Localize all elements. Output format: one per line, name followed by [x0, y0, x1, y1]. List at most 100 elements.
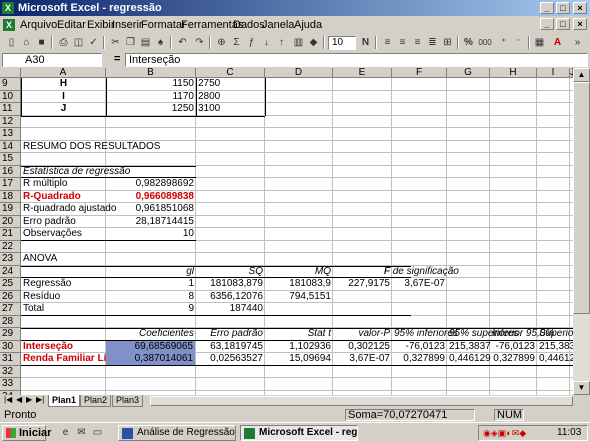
align-right-icon[interactable]: ≡	[410, 35, 425, 50]
cell-b20[interactable]: 28,18714415	[108, 216, 194, 228]
row-header-15[interactable]: 15	[0, 153, 21, 166]
cell-g30[interactable]: 215,3837	[449, 341, 491, 353]
row-header-9[interactable]: 9	[0, 78, 21, 91]
bold-button[interactable]: N	[358, 35, 373, 50]
close-button[interactable]: ×	[573, 2, 587, 14]
format-painter-icon[interactable]: ♠	[153, 35, 168, 50]
row-header-23[interactable]: 23	[0, 253, 21, 266]
cell-f24[interactable]: F de significação	[384, 266, 474, 278]
cell-i29[interactable]: Superior 95,0%	[539, 328, 573, 340]
cell-e30[interactable]: 0,302125	[335, 341, 390, 353]
row-header-11[interactable]: 11	[0, 103, 21, 116]
cell-b26[interactable]: 8	[108, 291, 194, 303]
scroll-thumb[interactable]	[573, 82, 590, 314]
row-header-10[interactable]: 10	[0, 90, 21, 103]
cell-a21[interactable]: Observações	[23, 228, 104, 240]
spellcheck-icon[interactable]: ✓	[86, 35, 101, 50]
cell-a26[interactable]: Resíduo	[23, 291, 104, 303]
cell-f30[interactable]: -76,0123	[394, 341, 445, 353]
cell-i30[interactable]: 215,3837	[539, 341, 573, 353]
outlook-icon[interactable]: ✉	[74, 425, 89, 440]
prev-sheet-icon[interactable]: ◀	[16, 395, 22, 404]
cell-d25[interactable]: 181083,9	[267, 278, 331, 290]
cell-c29[interactable]: Erro padrão	[198, 328, 263, 340]
cell-a25[interactable]: Regressão	[23, 278, 104, 290]
row-header-19[interactable]: 19	[0, 203, 21, 216]
tab-plan3[interactable]: Plan3	[112, 395, 144, 407]
cell-b25[interactable]: 1	[108, 278, 194, 290]
next-sheet-icon[interactable]: ▶	[26, 395, 32, 404]
name-box[interactable]: A30	[2, 53, 102, 67]
spreadsheet-grid[interactable]: A B C D E F G H I J 9 10 11 12 13 14 15 16 17 18 19 20 21 22 23 2…	[0, 68, 573, 395]
copy-icon[interactable]: ❐	[123, 35, 138, 50]
font-color-icon[interactable]: A	[550, 35, 565, 50]
cell-i31[interactable]: 0,446129	[539, 353, 573, 365]
save-icon[interactable]: ■	[34, 35, 49, 50]
column-header-d[interactable]: D	[265, 68, 333, 78]
column-header-h[interactable]: H	[490, 68, 537, 78]
column-header-i[interactable]: I	[537, 68, 570, 78]
row-header-30[interactable]: 30	[0, 340, 21, 353]
cell-h29[interactable]: Inferior 95,0%	[492, 328, 554, 340]
column-header-a[interactable]: A	[21, 68, 106, 78]
redo-icon[interactable]: ↷	[192, 35, 207, 50]
doc-close-button[interactable]: ×	[573, 18, 587, 30]
cell-a18[interactable]: R-Quadrado	[23, 191, 104, 203]
cut-icon[interactable]: ✂	[108, 35, 123, 50]
cell-a10[interactable]: I	[23, 91, 104, 103]
row-header-14[interactable]: 14	[0, 140, 21, 153]
scroll-up-icon[interactable]: ▲	[573, 68, 590, 82]
borders-icon[interactable]: ▦	[532, 35, 547, 50]
cell-c10[interactable]: 2800	[198, 91, 263, 103]
thousands-button[interactable]: 000	[476, 35, 494, 50]
scroll-down-icon[interactable]: ▼	[573, 381, 590, 395]
align-left-icon[interactable]: ≡	[380, 35, 395, 50]
menu-arquivo[interactable]: Arquivo	[20, 18, 57, 32]
cell-e29[interactable]: valor-P	[335, 328, 391, 340]
cell-b21[interactable]: 10	[108, 228, 194, 240]
cell-e25[interactable]: 227,9175	[335, 278, 390, 290]
desktop-icon[interactable]: ▭	[90, 425, 105, 440]
undo-icon[interactable]: ↶	[175, 35, 190, 50]
row-header-13[interactable]: 13	[0, 128, 21, 141]
cell-b9[interactable]: 1150	[108, 78, 194, 90]
ie-icon[interactable]: e	[58, 425, 73, 440]
drawing-icon[interactable]: ◆	[306, 35, 321, 50]
cell-a23[interactable]: ANOVA	[23, 253, 104, 265]
increase-decimal-icon[interactable]: ⁺	[496, 35, 511, 50]
cell-a19[interactable]: R-quadrado ajustado	[23, 203, 116, 215]
row-header-27[interactable]: 27	[0, 303, 21, 316]
paste-icon[interactable]: ▤	[138, 35, 153, 50]
cell-a11[interactable]: J	[23, 103, 104, 115]
cell-c30[interactable]: 63,1819745	[198, 341, 263, 353]
autosum-icon[interactable]: Σ	[229, 35, 244, 50]
justify-icon[interactable]: ≣	[425, 35, 440, 50]
cell-d26[interactable]: 794,5151	[267, 291, 331, 303]
row-header-28[interactable]: 28	[0, 315, 21, 328]
cell-d24[interactable]: MQ	[267, 266, 331, 278]
row-header-17[interactable]: 17	[0, 178, 21, 191]
column-header-b[interactable]: B	[106, 68, 196, 78]
cell-f31[interactable]: 0,327899	[394, 353, 445, 365]
cell-c27[interactable]: 187440	[198, 303, 263, 315]
cell-f25[interactable]: 3,67E-07	[394, 278, 445, 290]
percent-button[interactable]: %	[461, 35, 476, 50]
chart-wizard-icon[interactable]: ▥	[291, 35, 306, 50]
menu-formatar[interactable]: Formatar	[141, 18, 186, 32]
align-center-icon[interactable]: ≡	[395, 35, 410, 50]
hyperlink-icon[interactable]: ⊕	[214, 35, 229, 50]
row-header-29[interactable]: 29	[0, 328, 21, 341]
cell-b18[interactable]: 0,966089838	[108, 191, 194, 203]
sort-ascending-icon[interactable]: ↓	[259, 35, 274, 50]
cell-c9[interactable]: 2750	[198, 78, 263, 90]
column-header-f[interactable]: F	[392, 68, 447, 78]
cell-c24[interactable]: SQ	[198, 266, 263, 278]
row-header-32[interactable]: 32	[0, 365, 21, 378]
cell-g29[interactable]: 95% superiores	[449, 328, 518, 340]
cell-c26[interactable]: 6356,12076	[198, 291, 263, 303]
vertical-scrollbar[interactable]: ▲ ▼	[573, 68, 590, 395]
maximize-button[interactable]: □	[556, 2, 570, 14]
cell-d31[interactable]: 15,09694	[267, 353, 331, 365]
cell-a27[interactable]: Total	[23, 303, 104, 315]
cell-b24[interactable]: gl	[108, 266, 194, 278]
